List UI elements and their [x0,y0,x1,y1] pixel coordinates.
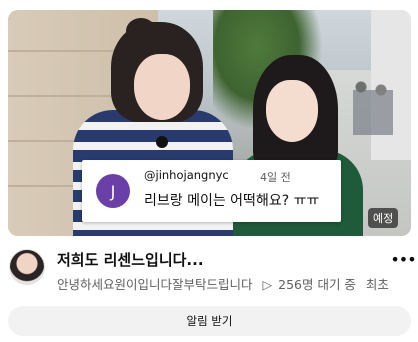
channel-name[interactable]: 안녕하세요원이입니다잘부탁드립니다 [57,277,253,292]
thumbnail-bystanders [353,75,393,135]
scheduled-badge: 예정 [368,208,399,228]
comment-overlay: J @jinhojangnyc 4일 전 리브랑 메이는 어떡해요? ㅠㅠ [82,160,341,222]
notify-button[interactable]: 알림 받기 [8,306,411,336]
commenter-username: @jinhojangnyc [144,168,229,182]
comment-time: 4일 전 [260,171,291,184]
more-options-icon[interactable]: ••• [390,250,416,269]
person-left-face [134,54,190,120]
commenter-avatar: J [96,174,130,208]
waiting-icon: ▷ [262,277,273,292]
person-left-bun [126,18,156,44]
video-meta: 안녕하세요원이입니다잘부탁드립니다 ▷ 256명 대기 중 최초 [57,274,412,293]
microphone [156,136,168,148]
waiting-count: 256명 대기 중 [278,277,356,292]
video-title[interactable]: 저희도 리센느입니다... [57,249,204,270]
person-right-face [266,80,318,142]
meta-extra: 최초 [365,277,389,292]
comment-text: 리브랑 메이는 어떡해요? ㅠㅠ [144,193,320,209]
channel-avatar[interactable] [9,249,45,285]
